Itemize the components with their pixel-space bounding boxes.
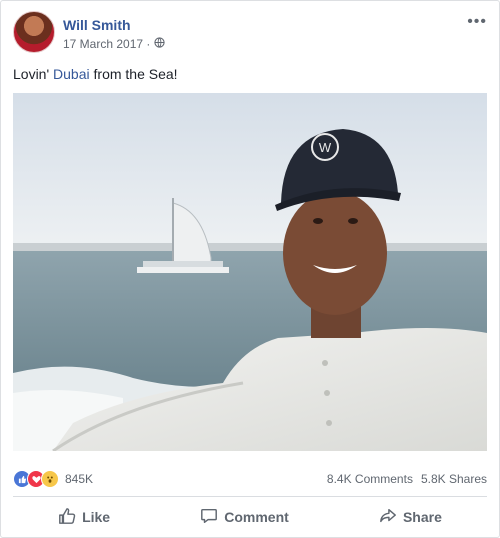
post-stats: 845K 8.4K Comments 5.8K Shares (13, 468, 487, 492)
post-actions: Like Comment Share (13, 501, 487, 533)
post-photo[interactable]: W (13, 93, 487, 451)
post-date[interactable]: 17 March 2017 · (63, 37, 150, 51)
author-name[interactable]: Will Smith (63, 17, 131, 33)
comment-icon (200, 507, 218, 528)
comments-count[interactable]: 8.4K Comments (327, 472, 413, 486)
like-button-label: Like (82, 509, 111, 525)
caption-text-end: from the Sea! (89, 66, 178, 82)
share-icon (379, 507, 397, 528)
post-meta: 17 March 2017 · (63, 37, 166, 51)
avatar[interactable] (13, 11, 55, 53)
globe-icon[interactable] (154, 37, 166, 51)
share-button[interactable]: Share (369, 503, 452, 532)
post-card: Will Smith 17 March 2017 · ••• Lovin' Du… (0, 0, 500, 538)
actions-divider (13, 496, 487, 497)
thumbs-up-icon (58, 507, 76, 528)
like-button[interactable]: Like (48, 503, 120, 532)
more-options-icon[interactable]: ••• (467, 13, 487, 31)
share-button-label: Share (402, 509, 442, 525)
comment-button[interactable]: Comment (190, 503, 299, 532)
comment-button-label: Comment (224, 509, 289, 525)
engagement-counts: 8.4K Comments 5.8K Shares (327, 472, 487, 486)
caption-text-start: Lovin' (13, 66, 54, 82)
cap-logo: W (319, 140, 332, 155)
shares-count[interactable]: 5.8K Shares (421, 472, 487, 486)
wow-reaction-icon (41, 470, 59, 488)
caption-link-dubai[interactable]: Dubai (53, 66, 90, 82)
post-caption: Lovin' Dubai from the Sea! (13, 66, 178, 82)
post-header: Will Smith 17 March 2017 · ••• (13, 11, 487, 57)
reactions-count[interactable]: 845K (65, 472, 93, 486)
reactions-summary[interactable]: 845K (13, 470, 93, 488)
